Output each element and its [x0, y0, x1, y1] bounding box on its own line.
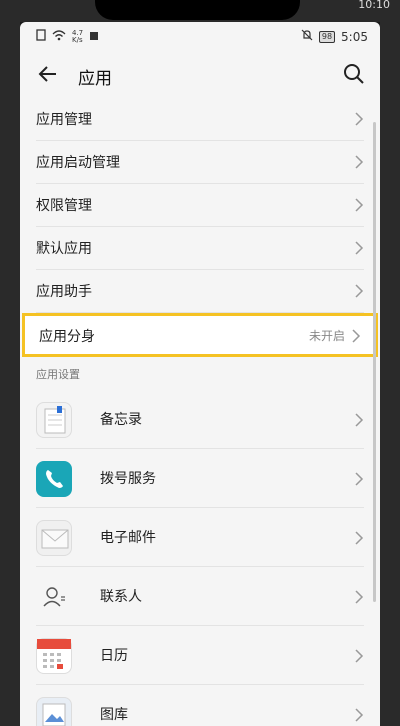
- mute-icon: [301, 29, 313, 44]
- menu-item-label: 默认应用: [36, 241, 92, 257]
- menu-item-label: 应用分身: [39, 329, 95, 345]
- chevron-right-icon: [354, 648, 364, 663]
- chevron-right-icon: [351, 328, 361, 343]
- app-settings-list: 备忘录 拨号服务 电子邮件 联系人 日历 图库: [20, 390, 380, 726]
- status-value: 未开启: [308, 329, 345, 343]
- notification-icon: [89, 30, 99, 44]
- device-frame-left: [0, 0, 20, 726]
- menu-item-app-assistant[interactable]: 应用助手: [36, 270, 364, 313]
- network-speed: 4.7 K/s: [72, 28, 84, 44]
- device-top-bar: 10:10: [0, 0, 400, 22]
- calendar-icon: [36, 638, 72, 674]
- menu-item-permission-management[interactable]: 权限管理: [36, 184, 364, 227]
- app-item-label: 图库: [100, 707, 128, 723]
- app-bar: 应用: [20, 56, 380, 98]
- chevron-right-icon: [354, 197, 364, 212]
- menu-item-label: 权限管理: [36, 198, 92, 214]
- app-item-dialer[interactable]: 拨号服务: [36, 449, 364, 508]
- chevron-right-icon: [354, 283, 364, 298]
- app-item-label: 备忘录: [100, 412, 142, 428]
- phone-screen: 4.7 K/s 98 5:05 应用 应用管理 应用启动管理 权限管理 默认应用…: [20, 22, 380, 726]
- app-item-gallery[interactable]: 图库: [36, 685, 364, 726]
- menu-item-app-management[interactable]: 应用管理: [36, 98, 364, 141]
- settings-menu: 应用管理 应用启动管理 权限管理 默认应用 应用助手 应用分身 未开启: [20, 98, 380, 357]
- app-item-email[interactable]: 电子邮件: [36, 508, 364, 567]
- section-header: 应用设置: [36, 368, 80, 381]
- search-icon[interactable]: [342, 62, 366, 86]
- chevron-right-icon: [354, 530, 364, 545]
- page-title: 应用: [78, 69, 112, 89]
- chevron-right-icon: [354, 707, 364, 722]
- chevron-right-icon: [354, 240, 364, 255]
- back-arrow-icon[interactable]: [36, 62, 60, 86]
- status-bar: 4.7 K/s 98 5:05: [20, 22, 380, 50]
- gallery-icon: [36, 697, 72, 726]
- app-item-contacts[interactable]: 联系人: [36, 567, 364, 626]
- menu-item-label: 应用管理: [36, 112, 92, 128]
- app-item-label: 拨号服务: [100, 471, 156, 487]
- outer-status-time: 10:10: [358, 0, 390, 11]
- phone-icon: [36, 461, 72, 497]
- menu-item-startup-management[interactable]: 应用启动管理: [36, 141, 364, 184]
- app-item-calendar[interactable]: 日历: [36, 626, 364, 685]
- device-notch: [95, 0, 300, 20]
- status-time: 5:05: [341, 29, 368, 44]
- menu-item-label: 应用助手: [36, 284, 92, 300]
- app-item-label: 联系人: [100, 589, 142, 605]
- chevron-right-icon: [354, 589, 364, 604]
- menu-item-app-twin[interactable]: 应用分身 未开启: [22, 313, 378, 357]
- chevron-right-icon: [354, 471, 364, 486]
- app-item-label: 日历: [100, 648, 128, 664]
- sim-icon: [36, 29, 46, 44]
- notepad-icon: [36, 402, 72, 438]
- app-item-notepad[interactable]: 备忘录: [36, 390, 364, 449]
- device-frame-right: [380, 0, 400, 726]
- chevron-right-icon: [354, 111, 364, 126]
- mail-icon: [36, 520, 72, 556]
- menu-item-default-apps[interactable]: 默认应用: [36, 227, 364, 270]
- contact-icon: [36, 579, 72, 615]
- chevron-right-icon: [354, 154, 364, 169]
- wifi-icon: [52, 29, 66, 44]
- scrollbar[interactable]: [373, 122, 376, 602]
- battery-indicator: 98: [318, 30, 336, 43]
- chevron-right-icon: [354, 412, 364, 427]
- app-item-label: 电子邮件: [100, 530, 156, 546]
- menu-item-label: 应用启动管理: [36, 155, 120, 171]
